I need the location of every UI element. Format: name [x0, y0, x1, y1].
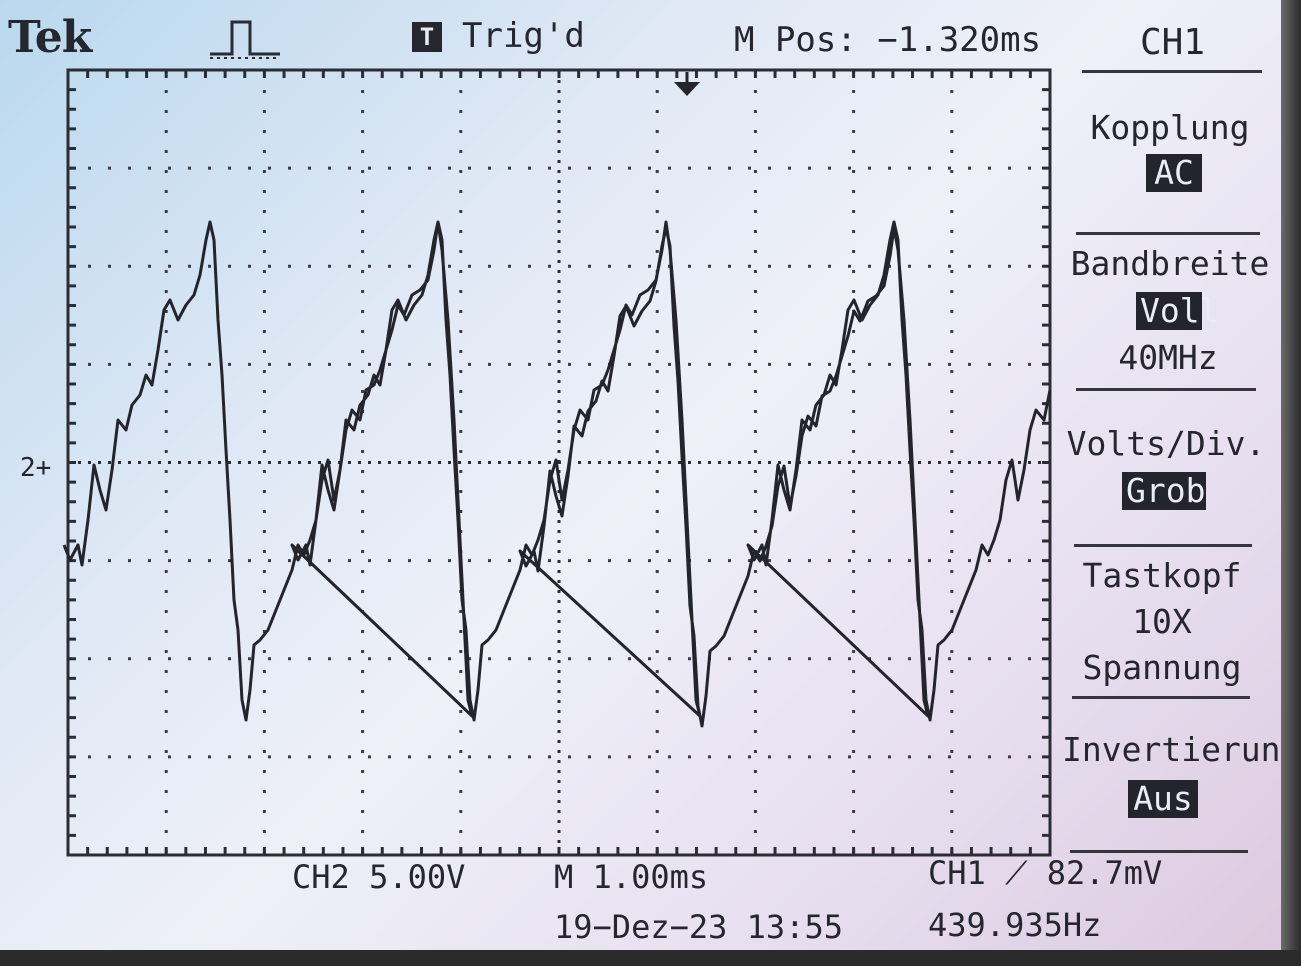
- ch2-scale-readout: CH2 5.00V: [292, 858, 466, 896]
- menu-divider: [1072, 696, 1250, 699]
- frequency-readout: 439.935Hz: [928, 906, 1102, 944]
- menu-divider: [1074, 544, 1252, 547]
- bezel: [1281, 0, 1301, 966]
- volts-div-button[interactable]: Grob: [1122, 472, 1206, 510]
- menu-divider: [1076, 388, 1256, 391]
- timebase-readout: M 1.00ms: [554, 858, 709, 896]
- grid-lines: [66, 68, 1052, 857]
- trigger-level-readout: CH1 ⟋ 82.7mV: [928, 854, 1163, 892]
- bezel: [0, 950, 1301, 966]
- bandbreite-label: Bandbreite: [1070, 244, 1270, 283]
- tastkopf-label: Tastkopf: [1082, 556, 1242, 595]
- menu-divider: [1070, 850, 1248, 853]
- bandbreite-sub: 40MHz: [1118, 338, 1218, 377]
- tastkopf-sub: Spannung: [1082, 648, 1242, 687]
- kopplung-label: Kopplung: [1090, 108, 1250, 147]
- ch2-ground-marker: 2+: [20, 453, 51, 483]
- invertierung-label: Invertierung: [1062, 730, 1301, 769]
- ch2-waveform: [62, 220, 1052, 728]
- trigger-position-marker: [674, 82, 700, 96]
- invertierung-button[interactable]: Aus: [1128, 780, 1198, 818]
- bandbreite-button[interactable]: Voll: [1136, 292, 1219, 330]
- tastkopf-value[interactable]: 10X: [1062, 602, 1262, 641]
- menu-divider: [1082, 70, 1262, 73]
- datetime-readout: 19−Dez−23 13:55: [554, 908, 843, 946]
- kopplung-button[interactable]: AC: [1146, 154, 1202, 192]
- volts-div-label: Volts/Div.: [1066, 424, 1266, 463]
- menu-divider: [1076, 232, 1260, 235]
- oscilloscope-screen: Tek T Trig'd M Pos: −1.320ms CH1 2+ Kopp…: [0, 0, 1301, 966]
